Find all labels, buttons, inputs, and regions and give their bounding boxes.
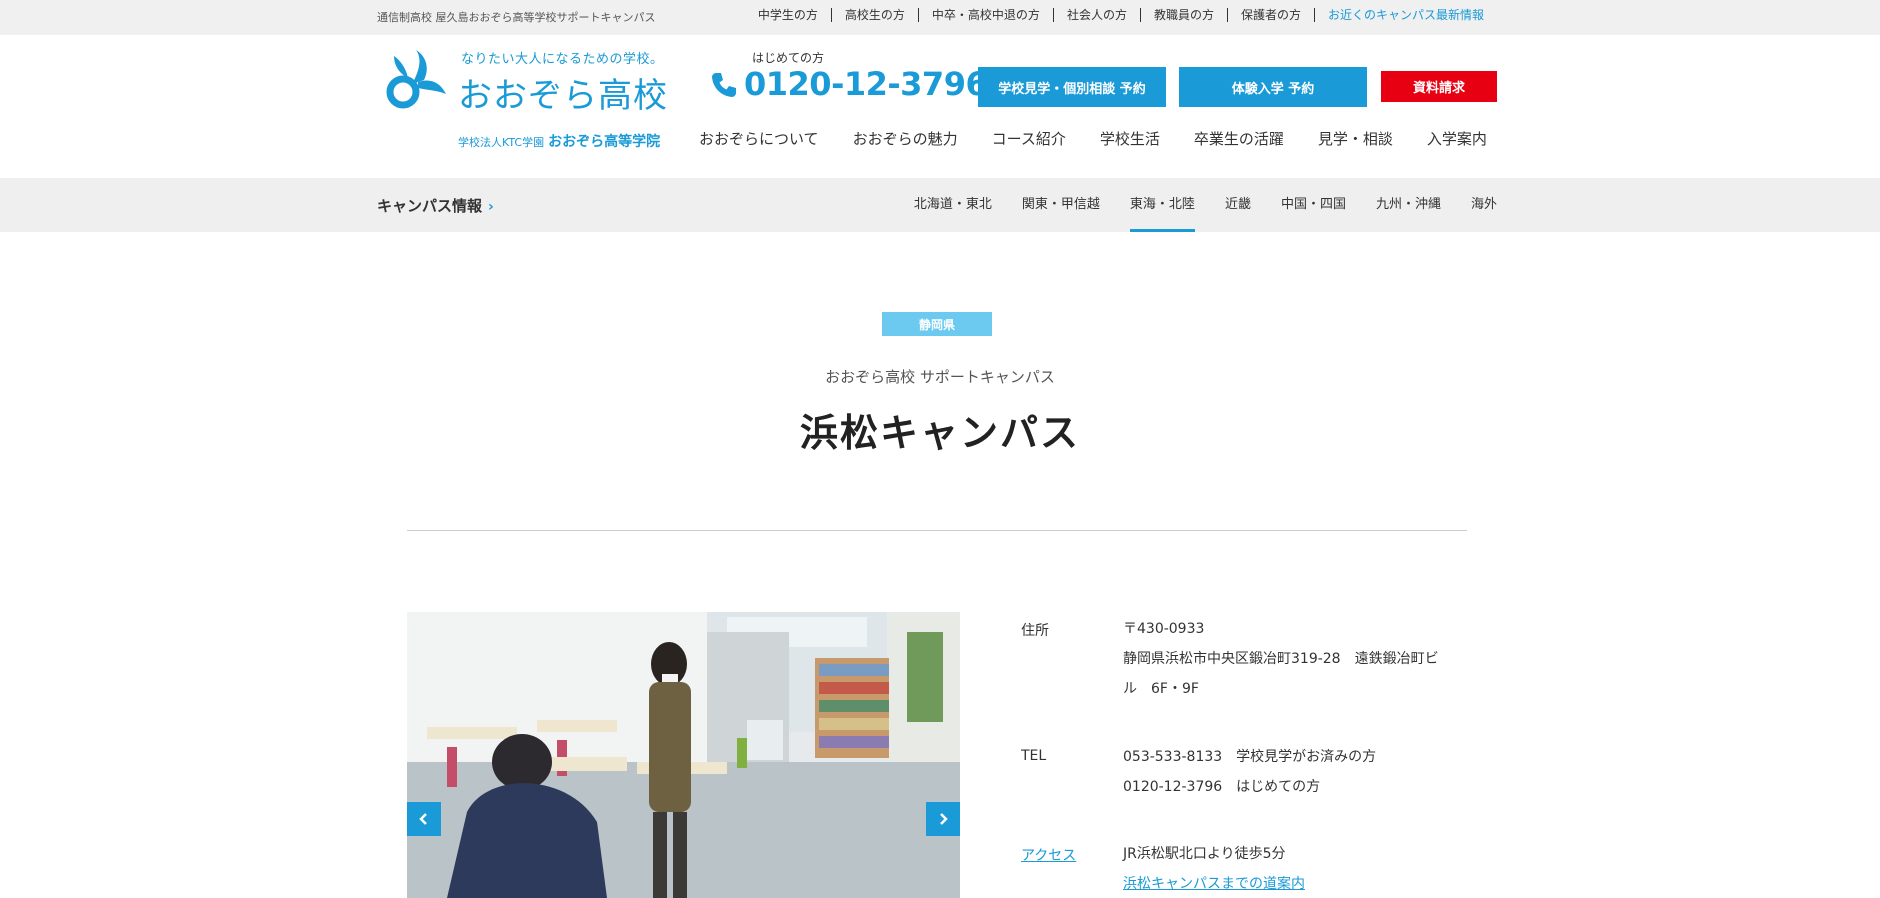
audience-nav: 中学生の方 高校生の方 中卒・高校中退の方 社会人の方 教職員の方 保護者の方 … [745, 8, 1497, 22]
region-tabs: 北海道・東北 関東・甲信越 東海・北陸 近畿 中国・四国 九州・沖縄 海外 [884, 178, 1497, 232]
visit-consultation-button[interactable]: 学校見学・個別相談 予約 [978, 67, 1166, 107]
region-tab-chugoku-shikoku[interactable]: 中国・四国 [1281, 178, 1346, 232]
route-guide-link[interactable]: 浜松キャンパスまでの道案内 [1123, 869, 1473, 898]
nav-alumni[interactable]: 卒業生の活躍 [1194, 128, 1284, 149]
audience-link-parent[interactable]: 保護者の方 [1226, 8, 1314, 22]
main-nav: おおぞらについて おおぞらの魅力 コース紹介 学校生活 卒業生の活躍 見学・相談… [684, 128, 1487, 149]
arrow-right-icon [940, 813, 948, 825]
tel-line-existing: 053-533-8133 学校見学がお済みの方 [1123, 749, 1377, 765]
region-tab-tokai-hokuriku[interactable]: 東海・北陸 [1129, 178, 1195, 232]
phone-icon [712, 73, 736, 97]
nav-appeal[interactable]: おおぞらの魅力 [853, 128, 958, 149]
nearby-campus-news-link[interactable]: お近くのキャンパス最新情報 [1313, 8, 1497, 22]
address-line-2: ル 6F・9F [1123, 681, 1199, 697]
carousel-prev-button[interactable] [407, 802, 441, 836]
nav-about[interactable]: おおぞらについて [699, 128, 819, 149]
region-tab-kanto-koshinetsu[interactable]: 関東・甲信越 [1022, 178, 1100, 232]
trial-admission-button[interactable]: 体験入学 予約 [1179, 67, 1367, 107]
access-value: JR浜松駅北口より徒歩5分 浜松キャンパスまでの道案内 [1123, 839, 1473, 898]
logo-mark-icon [386, 50, 446, 109]
phone-caption: はじめての方 [752, 51, 825, 65]
site-description: 通信制高校 屋久島おおぞら高等学校サポートキャンパス [377, 11, 656, 24]
tel-value: 053-533-8133 学校見学がお済みの方 0120-12-3796 はじめ… [1123, 742, 1473, 802]
nav-admission[interactable]: 入学案内 [1427, 128, 1487, 149]
region-tab-kinki[interactable]: 近畿 [1225, 178, 1251, 232]
campus-info-link[interactable]: キャンパス情報 › [377, 195, 494, 216]
access-label-link[interactable]: アクセス [1021, 845, 1076, 865]
postal-code: 〒430-0933 [1123, 621, 1205, 637]
phone-number[interactable]: 0120-12-3796 [744, 65, 988, 103]
carousel-next-button[interactable] [926, 802, 960, 836]
logo-tagline: なりたい大人になるための学校。 [461, 52, 664, 67]
nav-school-life[interactable]: 学校生活 [1100, 128, 1160, 149]
audience-link-teacher[interactable]: 教職員の方 [1139, 8, 1227, 22]
affiliate-prefix: 学校法人KTC学園 [458, 136, 545, 149]
tel-line-first-time: 0120-12-3796 はじめての方 [1123, 779, 1321, 795]
region-tab-hokkaido-tohoku[interactable]: 北海道・東北 [914, 178, 992, 232]
chevron-right-icon: › [488, 199, 494, 215]
address-line-1: 静岡県浜松市中央区鍛冶町319-28 遠鉄鍛冶町ビ [1123, 651, 1439, 667]
audience-link-dropout[interactable]: 中卒・高校中退の方 [917, 8, 1053, 22]
top-utility-bar: 通信制高校 屋久島おおぞら高等学校サポートキャンパス 中学生の方 高校生の方 中… [0, 0, 1880, 35]
affiliate-school-link[interactable]: 学校法人KTC学園 おおぞら高等学院 [458, 131, 660, 151]
nav-visit[interactable]: 見学・相談 [1318, 128, 1393, 149]
access-directions: JR浜松駅北口より徒歩5分 [1123, 846, 1286, 862]
address-label: 住所 [1021, 623, 1049, 639]
prefecture-badge: 静岡県 [882, 312, 992, 336]
page-title: 浜松キャンパス [799, 411, 1080, 455]
campus-info-label: キャンパス情報 [377, 197, 483, 215]
logo-name: おおぞら高校 [458, 76, 668, 116]
request-brochure-button[interactable]: 資料請求 [1381, 71, 1497, 102]
nav-courses[interactable]: コース紹介 [992, 128, 1066, 149]
campus-subtitle: おおぞら高校 サポートキャンパス [825, 368, 1055, 386]
campus-classroom-photo [407, 612, 960, 898]
affiliate-name: おおぞら高等学院 [548, 134, 661, 150]
campus-photo-carousel [407, 612, 960, 898]
audience-link-high-school[interactable]: 高校生の方 [830, 8, 918, 22]
region-tab-kyushu-okinawa[interactable]: 九州・沖縄 [1376, 178, 1441, 232]
audience-link-adult[interactable]: 社会人の方 [1052, 8, 1140, 22]
tel-label: TEL [1021, 748, 1047, 764]
address-value: 〒430-0933 静岡県浜松市中央区鍛冶町319-28 遠鉄鍛冶町ビ ル 6F… [1123, 614, 1473, 704]
arrow-left-icon [419, 813, 427, 825]
campus-region-bar: キャンパス情報 › 北海道・東北 関東・甲信越 東海・北陸 近畿 中国・四国 九州… [0, 178, 1880, 232]
section-divider [407, 530, 1467, 531]
region-tab-overseas[interactable]: 海外 [1471, 178, 1497, 232]
audience-link-junior-high[interactable]: 中学生の方 [745, 8, 831, 22]
